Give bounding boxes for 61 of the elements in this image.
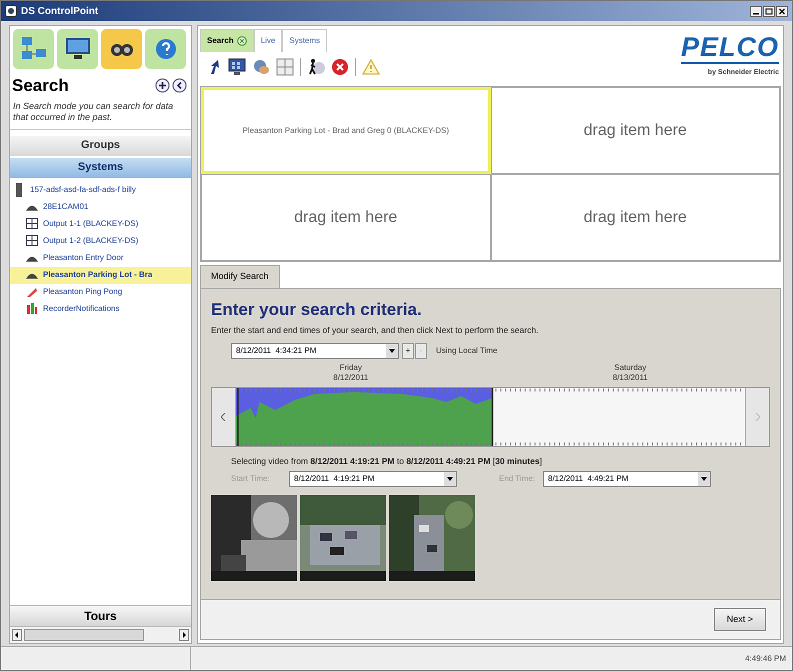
video-tile[interactable]: drag item here — [201, 174, 490, 261]
tree-item[interactable]: Output 1-2 (BLACKEY-DS) — [10, 232, 191, 250]
end-time-label: End Time: — [498, 472, 535, 484]
tree-item[interactable]: 28E1CAM01 — [10, 198, 191, 216]
tree-item[interactable]: RecorderNotifications — [10, 300, 191, 318]
status-time: 4:49:46 PM — [745, 652, 787, 664]
scroll-left-icon[interactable] — [12, 629, 22, 641]
bar-chart-icon — [26, 302, 38, 316]
end-time-dropdown[interactable]: 8/12/2011 4:49:21 PM — [543, 470, 711, 486]
tours-section[interactable]: Tours — [10, 605, 191, 627]
next-button[interactable]: Next > — [714, 608, 766, 632]
date-label: 8/12/2011 — [333, 372, 368, 383]
timeline-drawing[interactable] — [236, 388, 745, 446]
tab[interactable]: Live — [254, 29, 282, 52]
minimize-icon[interactable] — [750, 6, 762, 16]
zoom-button[interactable]: + — [402, 342, 414, 359]
horizontal-scrollbar[interactable] — [10, 627, 191, 643]
monitor-icon[interactable] — [228, 58, 246, 76]
tree-item[interactable]: Pleasanton Ping Pong — [10, 284, 191, 300]
tab[interactable]: Systems — [282, 29, 328, 52]
grid-icon — [26, 217, 38, 231]
app-icon — [5, 5, 17, 17]
start-time-label: Start Time: — [231, 472, 271, 484]
tree-item[interactable]: Pleasanton Parking Lot - Bra — [10, 266, 191, 284]
mode-button[interactable] — [57, 29, 98, 69]
time-mode-label: Using Local Time — [436, 344, 498, 357]
tree-item[interactable]: Pleasanton Entry Door — [10, 250, 191, 266]
close-tab-icon[interactable] — [236, 36, 247, 46]
grid-icon[interactable] — [276, 58, 294, 76]
description-text: In Search mode you can search for data that occurred in the past. — [10, 100, 191, 130]
date-label: 8/13/2011 — [612, 372, 648, 383]
selection-summary: Selecting video from 8/12/2011 4:19:21 PM to 8/12/2011 4:49:21 PM [30 minutes] — [231, 454, 543, 468]
start-time-dropdown[interactable]: 8/12/2011 4:19:21 PM — [289, 470, 457, 486]
arrow-icon[interactable] — [208, 59, 222, 75]
scroll-right-icon[interactable] — [179, 629, 189, 641]
section-header[interactable]: Groups — [10, 136, 191, 156]
maximize-icon[interactable] — [763, 6, 775, 16]
collapse-icon[interactable] — [172, 78, 187, 94]
figure-icon[interactable] — [307, 58, 325, 76]
section-header[interactable]: Systems — [10, 158, 191, 178]
mode-button[interactable] — [145, 29, 186, 69]
panel-title: Search — [12, 75, 69, 97]
tree-item[interactable]: Output 1-1 (BLACKEY-DS) — [10, 216, 191, 232]
video-tile[interactable]: Pleasanton Parking Lot - Brad and Greg 0 (BLACKEY-DS) — [201, 87, 490, 174]
instructions-text: Enter the start and end times of your search, and then click Next to perform the search. — [211, 324, 540, 337]
stop-icon[interactable] — [331, 58, 349, 76]
grid-icon — [26, 234, 38, 248]
day-label: Saturday — [614, 362, 646, 373]
search-heading: Enter your search criteria. — [211, 298, 423, 320]
close-icon[interactable] — [776, 6, 788, 16]
video-tile[interactable]: drag item here — [490, 174, 780, 261]
brand-logo: PELCO — [680, 32, 779, 64]
tab[interactable]: Search — [200, 29, 254, 52]
video-tile[interactable]: drag item here — [490, 87, 780, 174]
window-title: DS ControlPoint — [21, 4, 98, 18]
date-dropdown[interactable]: 8/12/2011 4:34:21 PM — [231, 342, 399, 359]
day-label: Friday — [340, 362, 362, 373]
mode-button[interactable] — [101, 29, 142, 69]
modify-search-tab[interactable]: Modify Search — [200, 265, 280, 288]
tree-item[interactable]: 157-adsf-asd-fa-sdf-ads-f billy — [10, 182, 191, 198]
add-icon[interactable] — [155, 78, 170, 94]
